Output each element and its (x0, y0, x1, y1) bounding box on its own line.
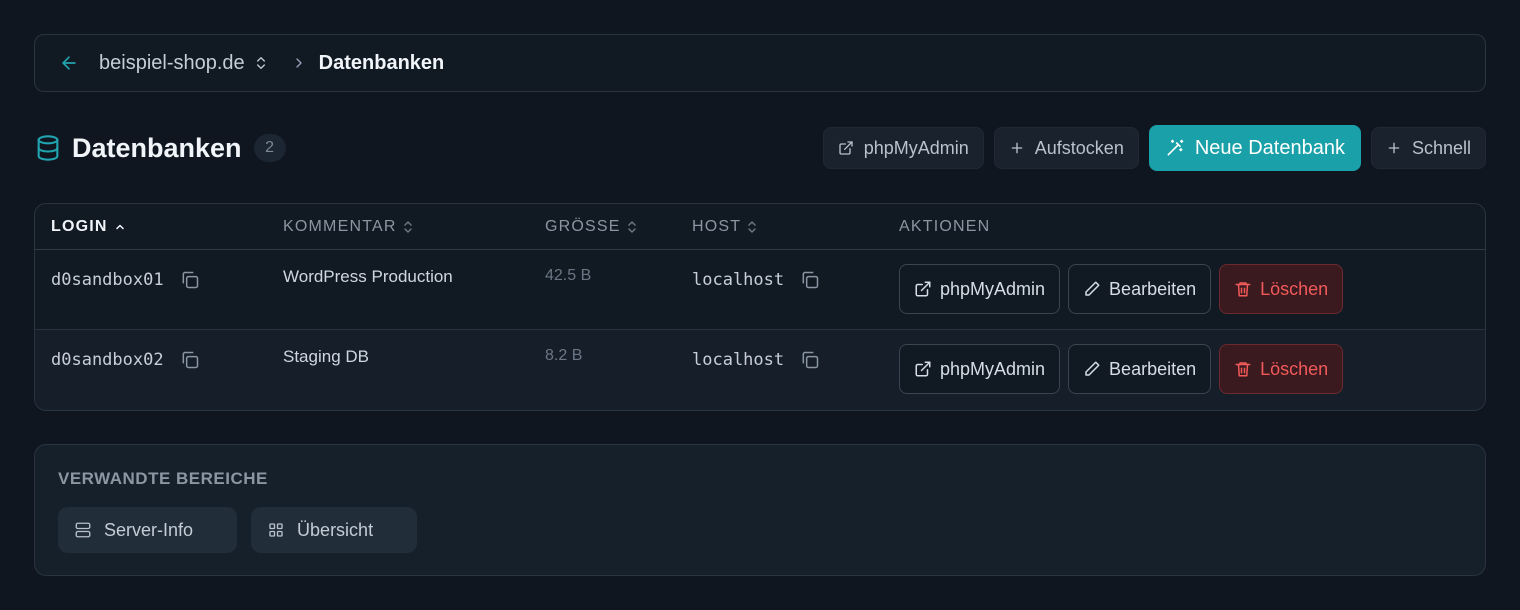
row-phpmyadmin-label: phpMyAdmin (940, 278, 1046, 299)
new-database-button-label: Neue Datenbank (1194, 136, 1345, 159)
pencil-icon (1083, 280, 1101, 298)
column-kommentar-label: KOMMENTAR (283, 217, 397, 235)
column-aktionen-label: AKTIONEN (899, 217, 991, 235)
column-groesse-label: GRÖSSE (545, 217, 621, 235)
external-link-icon (914, 360, 932, 378)
edit-button-label: Bearbeiten (1109, 278, 1197, 299)
magic-wand-icon (1165, 138, 1185, 158)
site-name: beispiel-shop.de (99, 51, 245, 74)
comment-cell: WordPress Production (283, 267, 453, 286)
row-actions: phpMyAdmin Bearbeiten Löschen (899, 264, 1344, 314)
column-groesse[interactable]: GRÖSSE (545, 218, 637, 236)
delete-button[interactable]: Löschen (1219, 344, 1344, 394)
related-areas-title: VERWANDTE BEREICHE (58, 469, 268, 488)
host-cell: localhost (692, 350, 820, 370)
login-value: d0sandbox02 (51, 350, 164, 370)
column-aktionen: AKTIONEN (899, 218, 990, 236)
column-host[interactable]: HOST (692, 218, 757, 236)
login-value: d0sandbox01 (51, 270, 164, 290)
sort-icon (747, 220, 757, 234)
breadcrumb-current: Datenbanken (318, 51, 445, 74)
overview-link[interactable]: Übersicht (251, 507, 418, 553)
aufstocken-button-label: Aufstocken (1034, 137, 1124, 158)
copy-icon[interactable] (180, 350, 200, 370)
new-database-button[interactable]: Neue Datenbank (1148, 125, 1361, 171)
server-icon (74, 521, 92, 539)
copy-icon[interactable] (800, 350, 820, 370)
login-cell: d0sandbox01 (51, 270, 200, 290)
login-cell: d0sandbox02 (51, 350, 200, 370)
delete-button-label: Löschen (1260, 278, 1329, 299)
edit-button[interactable]: Bearbeiten (1068, 264, 1212, 314)
row-phpmyadmin-button[interactable]: phpMyAdmin (899, 264, 1061, 314)
sort-icon (403, 220, 413, 234)
server-info-link[interactable]: Server-Info (58, 507, 238, 553)
host-cell: localhost (692, 270, 820, 290)
page-title: Datenbanken (72, 132, 242, 163)
chevrons-up-down-icon (253, 55, 269, 71)
phpmyadmin-button-label: phpMyAdmin (863, 137, 969, 158)
chevron-up-icon (114, 221, 126, 233)
related-links: Server-Info Übersicht (58, 507, 418, 553)
trash-icon (1234, 360, 1252, 378)
phpmyadmin-button[interactable]: phpMyAdmin (822, 127, 984, 169)
comment-cell: Staging DB (283, 347, 369, 366)
server-info-label: Server-Info (104, 519, 194, 540)
plus-icon (1009, 140, 1025, 156)
back-arrow-icon[interactable] (59, 53, 79, 73)
table-header: LOGIN KOMMENTAR GRÖSSE HOST AKTIONEN (35, 204, 1485, 250)
delete-button-label: Löschen (1260, 358, 1329, 379)
row-phpmyadmin-button[interactable]: phpMyAdmin (899, 344, 1061, 394)
grid-icon (267, 521, 285, 539)
size-cell: 8.2 B (545, 347, 583, 364)
database-icon (34, 134, 62, 162)
edit-button[interactable]: Bearbeiten (1068, 344, 1212, 394)
table-row: d0sandbox02 Staging DB 8.2 B localhost p… (35, 330, 1485, 410)
table-row: d0sandbox01 WordPress Production 42.5 B … (35, 250, 1485, 330)
databases-table: LOGIN KOMMENTAR GRÖSSE HOST AKTIONEN d0s… (34, 203, 1486, 411)
breadcrumb: beispiel-shop.de Datenbanken (34, 34, 1486, 92)
overview-label: Übersicht (297, 519, 374, 540)
row-actions: phpMyAdmin Bearbeiten Löschen (899, 344, 1344, 394)
page-header: Datenbanken 2 phpMyAdmin Aufstocken Neue… (34, 125, 1486, 171)
chevron-right-icon (291, 55, 307, 71)
aufstocken-button[interactable]: Aufstocken (993, 127, 1139, 169)
external-link-icon (914, 280, 932, 298)
edit-button-label: Bearbeiten (1109, 358, 1197, 379)
size-cell: 42.5 B (545, 267, 592, 284)
column-login-label: LOGIN (51, 217, 108, 235)
trash-icon (1234, 280, 1252, 298)
plus-icon (1386, 140, 1402, 156)
delete-button[interactable]: Löschen (1219, 264, 1344, 314)
sort-icon (627, 220, 637, 234)
pencil-icon (1083, 360, 1101, 378)
column-kommentar[interactable]: KOMMENTAR (283, 218, 413, 236)
copy-icon[interactable] (180, 270, 200, 290)
external-link-icon (838, 140, 854, 156)
host-value: localhost (692, 270, 785, 290)
schnell-button[interactable]: Schnell (1370, 127, 1486, 169)
column-host-label: HOST (692, 217, 742, 235)
column-login[interactable]: LOGIN (51, 218, 126, 236)
header-actions: phpMyAdmin Aufstocken Neue Datenbank Sch… (822, 125, 1486, 171)
copy-icon[interactable] (800, 270, 820, 290)
count-badge: 2 (253, 134, 286, 162)
host-value: localhost (692, 350, 785, 370)
schnell-button-label: Schnell (1411, 137, 1471, 158)
site-switcher[interactable]: beispiel-shop.de (99, 52, 269, 75)
row-phpmyadmin-label: phpMyAdmin (940, 358, 1046, 379)
related-areas-panel: VERWANDTE BEREICHE Server-Info Übersicht (34, 444, 1486, 576)
